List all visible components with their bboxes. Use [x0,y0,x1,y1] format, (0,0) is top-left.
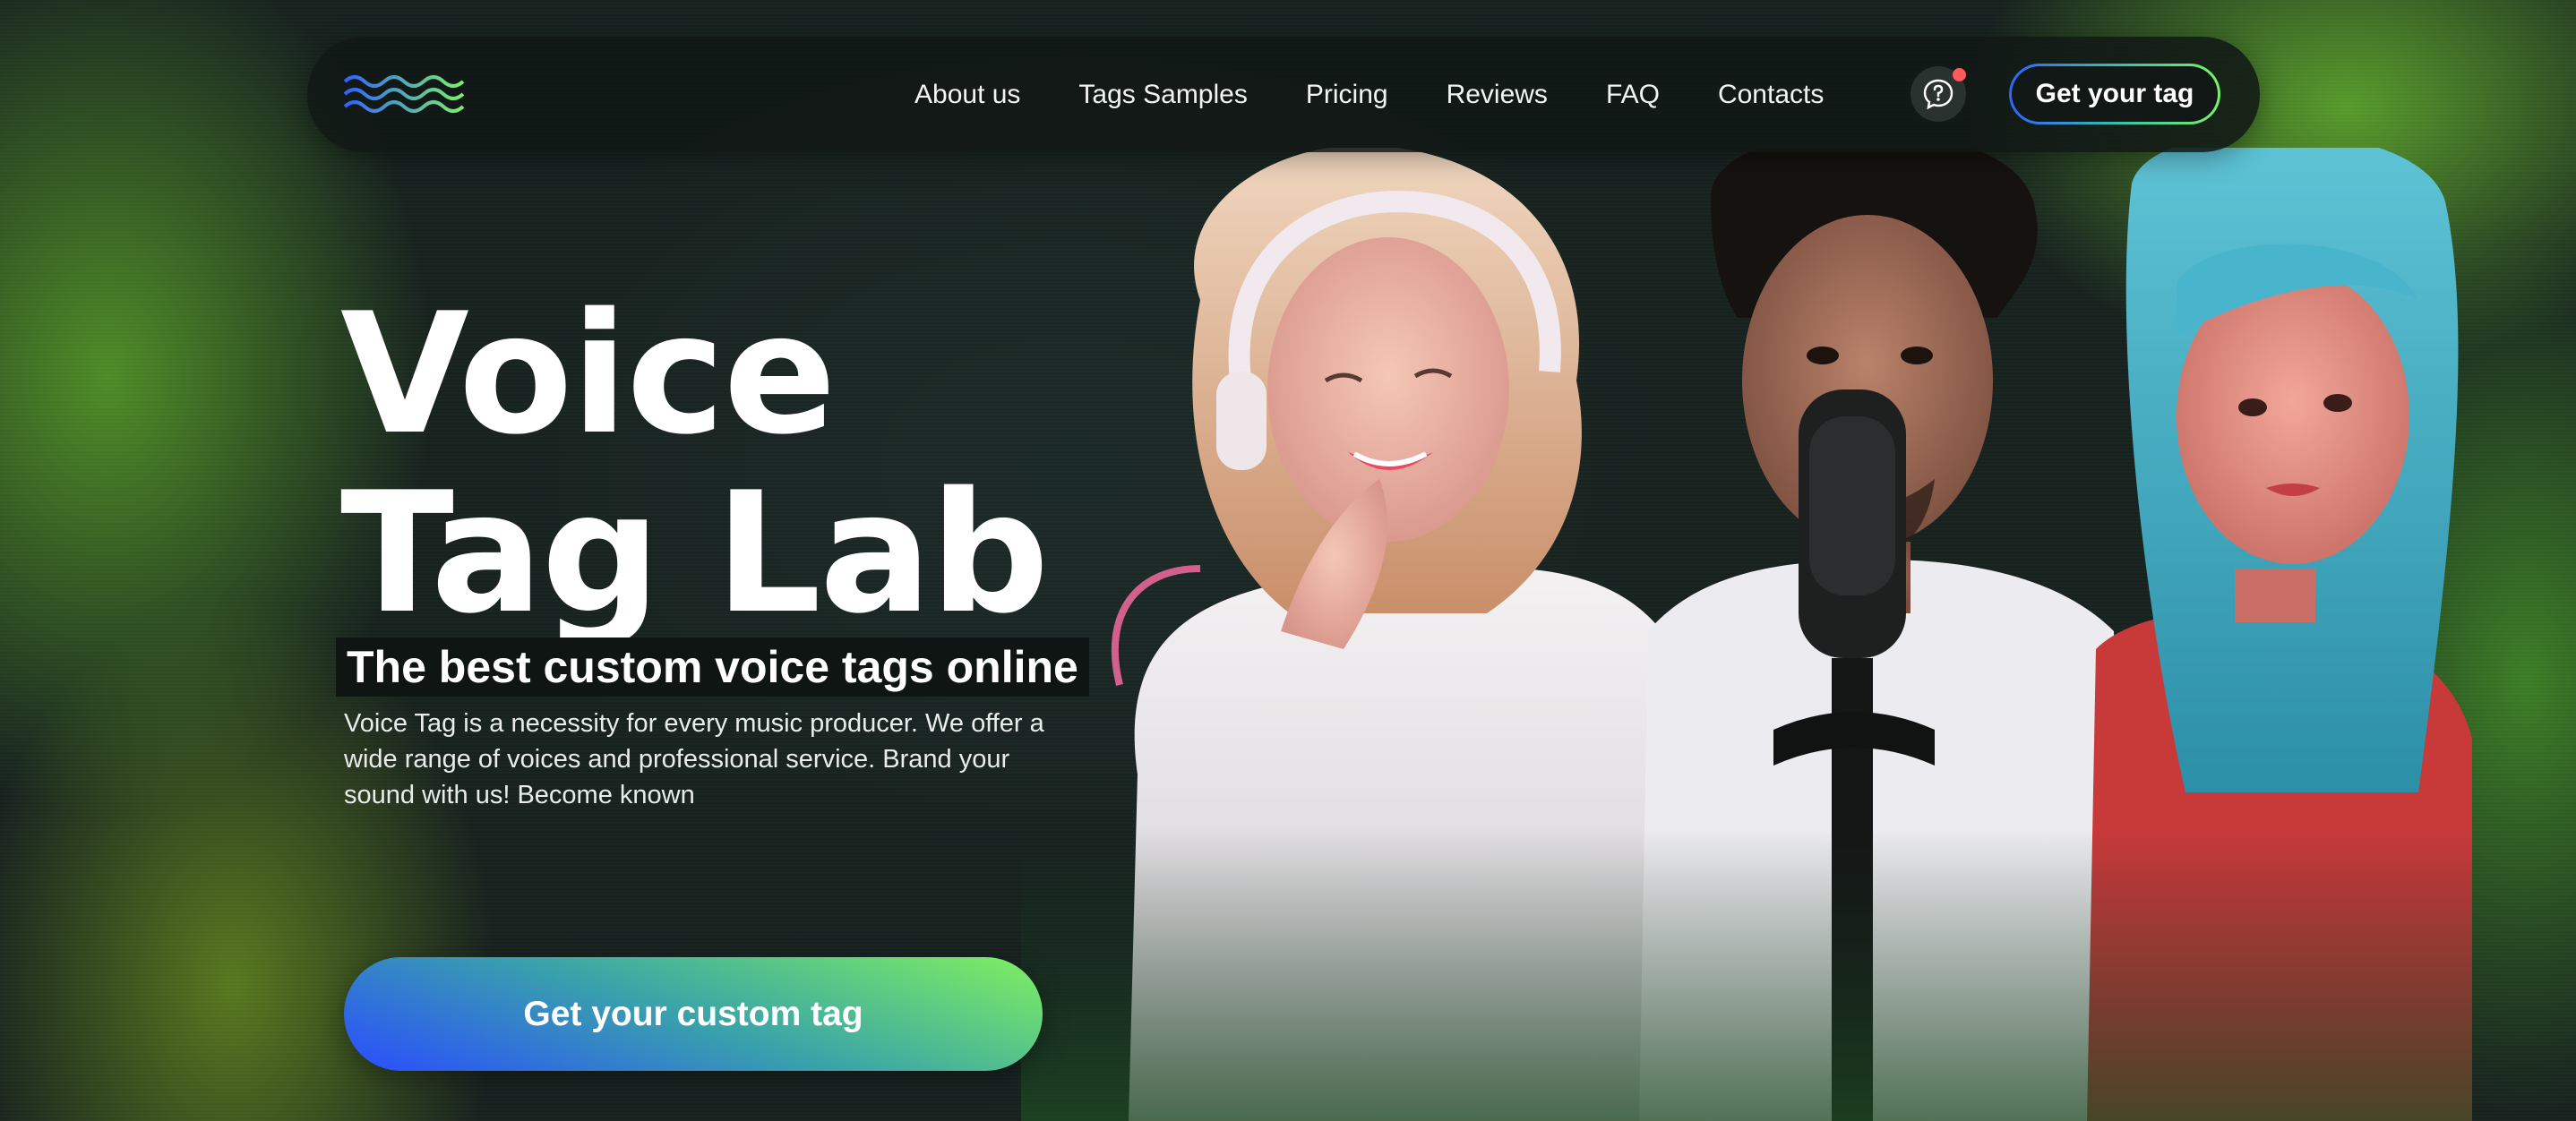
get-your-tag-button[interactable]: Get your tag [2009,64,2220,124]
nav-link-faq[interactable]: FAQ [1606,80,1660,110]
chat-question-icon [1923,79,1953,110]
hero-subtitle: The best custom voice tags online [336,638,1089,697]
top-navigation: About us Tags Samples Pricing Reviews FA… [307,37,2260,152]
nav-link-tags-samples[interactable]: Tags Samples [1078,80,1247,110]
nav-link-contacts[interactable]: Contacts [1718,80,1824,110]
nav-link-pricing[interactable]: Pricing [1306,80,1388,110]
hero-title-line-2: Tag Lab [340,456,1049,650]
wave-logo-icon[interactable] [343,71,468,116]
notification-dot [1953,68,1966,81]
hero-people-image [1021,148,2472,1121]
hero-title: Voice Tag Lab [340,277,1049,650]
nav-link-about-us[interactable]: About us [914,80,1020,110]
get-your-custom-tag-button[interactable]: Get your custom tag [344,957,1043,1071]
support-chat-button[interactable] [1911,66,1966,122]
hero-description: Voice Tag is a necessity for every music… [344,709,1044,809]
nav-link-reviews[interactable]: Reviews [1447,80,1548,110]
get-your-tag-label: Get your tag [2012,66,2218,122]
nav-links: About us Tags Samples Pricing Reviews FA… [914,37,1882,152]
hero-title-line-1: Voice [340,277,837,471]
